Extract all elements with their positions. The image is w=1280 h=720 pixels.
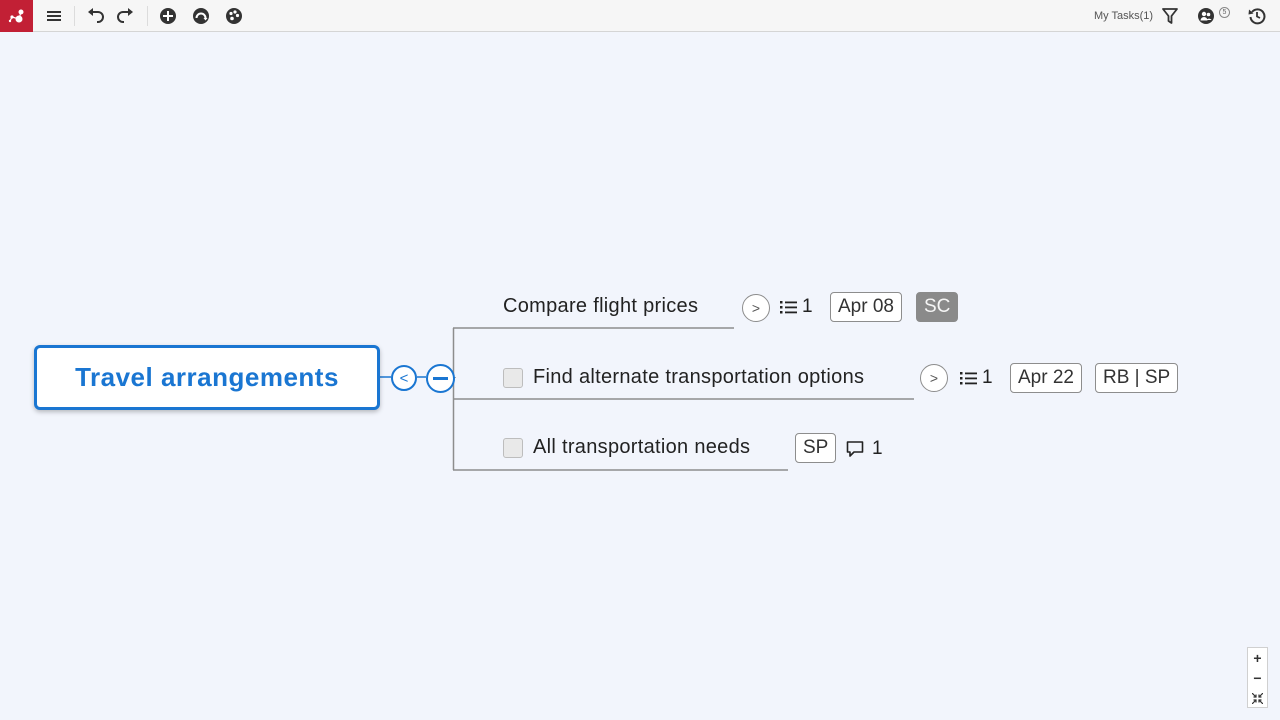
assignee-tag[interactable]: SC: [916, 292, 959, 322]
comment-icon: [846, 441, 864, 457]
task-list-indicator[interactable]: 1: [960, 367, 993, 389]
chevron-left-icon: <: [399, 369, 409, 387]
topic-compare-flight-prices[interactable]: Compare flight prices: [503, 295, 698, 318]
central-topic[interactable]: Travel arrangements: [34, 345, 380, 410]
fit-screen-icon: [1252, 692, 1263, 704]
expand-subtopics-button[interactable]: >: [742, 294, 770, 322]
collapse-left-button[interactable]: <: [391, 365, 417, 391]
chevron-right-icon: >: [751, 300, 761, 316]
task-list-indicator[interactable]: 1: [780, 296, 813, 318]
chevron-right-icon: >: [929, 370, 939, 386]
expand-subtopics-button[interactable]: >: [920, 364, 948, 392]
task-checkbox[interactable]: [503, 438, 523, 458]
due-date-tag[interactable]: Apr 08: [830, 292, 902, 322]
assignee-tag[interactable]: RB | SP: [1095, 363, 1179, 393]
assignee-tag[interactable]: SP: [795, 433, 837, 463]
task-list-icon: [780, 301, 797, 314]
zoom-out-button[interactable]: −: [1248, 668, 1267, 688]
collapse-branches-button[interactable]: [426, 364, 455, 393]
due-date-tag[interactable]: Apr 22: [1010, 363, 1082, 393]
comment-count: 1: [872, 438, 883, 459]
task-list-icon: [960, 372, 977, 385]
fit-to-screen-button[interactable]: [1248, 688, 1267, 708]
comments-indicator[interactable]: 1: [846, 438, 883, 460]
zoom-in-button[interactable]: +: [1248, 648, 1267, 668]
task-count: 1: [802, 296, 813, 317]
topic-find-alternate-transportation[interactable]: Find alternate transportation options: [533, 366, 864, 389]
topic-all-transportation-needs[interactable]: All transportation needs: [533, 436, 750, 459]
task-count: 1: [982, 367, 993, 388]
task-checkbox[interactable]: [503, 368, 523, 388]
zoom-controls: + −: [1247, 647, 1268, 708]
minus-icon: [433, 377, 448, 380]
